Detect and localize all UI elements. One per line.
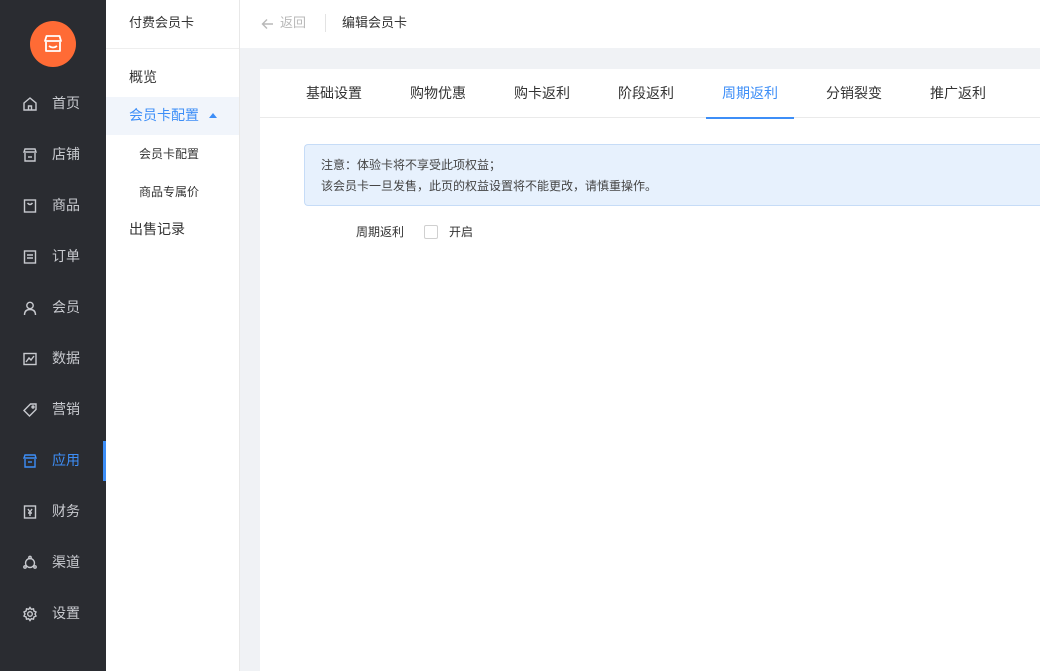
divider <box>325 14 326 32</box>
tab-cycle-rebate[interactable]: 周期返利 <box>706 69 794 119</box>
nav-item-app[interactable]: 应用 <box>0 441 106 481</box>
back-label: 返回 <box>280 16 307 31</box>
main-content: 基础设置 购物优惠 购卡返利 阶段返利 周期返利 分销裂变 推广返利 注意：体验… <box>260 69 1040 671</box>
subnav-title: 付费会员卡 <box>129 16 195 31</box>
nav-label: 会员 <box>52 300 80 316</box>
order-icon <box>23 250 37 264</box>
data-icon <box>23 352 37 366</box>
nav-item-settings[interactable]: 设置 <box>0 594 106 634</box>
goods-icon <box>23 199 37 213</box>
nav-label: 首页 <box>52 96 80 112</box>
main-sidebar: 首页 店铺 商品 订单 会员 数据 营销 应用 财务 渠道 设置 <box>0 0 106 671</box>
divider <box>106 48 239 49</box>
nav-label: 订单 <box>52 249 80 265</box>
subnav-item-exclusive-price[interactable]: 商品专属价 <box>106 173 239 211</box>
nav-item-order[interactable]: 订单 <box>0 237 106 277</box>
cycle-rebate-label: 周期返利 <box>356 225 405 239</box>
nav-item-finance[interactable]: 财务 <box>0 492 106 532</box>
notice-line: 注意：体验卡将不享受此项权益； <box>321 158 502 172</box>
nav-label: 设置 <box>52 606 80 622</box>
subnav-item-overview[interactable]: 概览 <box>106 59 239 97</box>
nav-item-store[interactable]: 店铺 <box>0 135 106 175</box>
nav-label: 营销 <box>52 402 80 418</box>
nav-item-member[interactable]: 会员 <box>0 288 106 328</box>
page-title: 编辑会员卡 <box>342 16 408 31</box>
tab-promotion-rebate[interactable]: 推广返利 <box>930 69 986 118</box>
nav-label: 应用 <box>52 453 80 469</box>
tab-basic-settings[interactable]: 基础设置 <box>306 69 362 118</box>
secondary-sidebar: 付费会员卡 概览 会员卡配置 会员卡配置 商品专属价 出售记录 <box>106 0 240 671</box>
enable-checkbox-label[interactable]: 开启 <box>449 223 473 241</box>
nav-item-goods[interactable]: 商品 <box>0 186 106 226</box>
nav-label: 财务 <box>52 504 80 520</box>
nav-item-home[interactable]: 首页 <box>0 84 106 124</box>
nav-item-marketing[interactable]: 营销 <box>0 390 106 430</box>
tab-bar: 基础设置 购物优惠 购卡返利 阶段返利 周期返利 分销裂变 推广返利 <box>260 69 1040 119</box>
tab-distribution-fission[interactable]: 分销裂变 <box>826 69 882 118</box>
tab-purchase-rebate[interactable]: 购卡返利 <box>514 69 570 118</box>
back-button[interactable]: 返回 <box>261 14 306 34</box>
finance-icon <box>23 505 37 519</box>
app-icon <box>23 454 37 468</box>
page-header: 返回 编辑会员卡 <box>240 0 1040 48</box>
enable-checkbox[interactable] <box>424 225 438 239</box>
store-icon <box>23 148 37 162</box>
subnav-item-sales-record[interactable]: 出售记录 <box>106 211 239 249</box>
caret-up-icon <box>209 112 217 118</box>
subnav-item-card-config[interactable]: 会员卡配置 <box>106 135 239 173</box>
nav-item-channel[interactable]: 渠道 <box>0 543 106 583</box>
gear-icon <box>23 606 37 622</box>
store-logo[interactable] <box>30 21 76 67</box>
tab-stage-rebate[interactable]: 阶段返利 <box>618 69 674 118</box>
nav-item-data[interactable]: 数据 <box>0 339 106 379</box>
notice-line: 该会员卡一旦发售，此页的权益设置将不能更改，请慎重操作。 <box>321 179 658 193</box>
nav-label: 数据 <box>52 351 80 367</box>
arrow-left-icon <box>261 19 273 29</box>
tab-shopping-discount[interactable]: 购物优惠 <box>410 69 466 118</box>
home-icon <box>23 97 37 111</box>
member-icon <box>23 301 37 316</box>
subnav-group-card-config[interactable]: 会员卡配置 <box>106 97 239 135</box>
subnav-group-label: 会员卡配置 <box>129 108 199 124</box>
nav-label: 店铺 <box>52 147 80 163</box>
nav-label: 商品 <box>52 198 80 214</box>
notice-box: 注意：体验卡将不享受此项权益； 该会员卡一旦发售，此页的权益设置将不能更改，请慎… <box>304 144 1040 206</box>
nav-label: 渠道 <box>52 555 80 571</box>
channel-icon <box>23 555 37 569</box>
tag-icon <box>23 403 37 417</box>
shop-logo-icon <box>44 35 62 52</box>
